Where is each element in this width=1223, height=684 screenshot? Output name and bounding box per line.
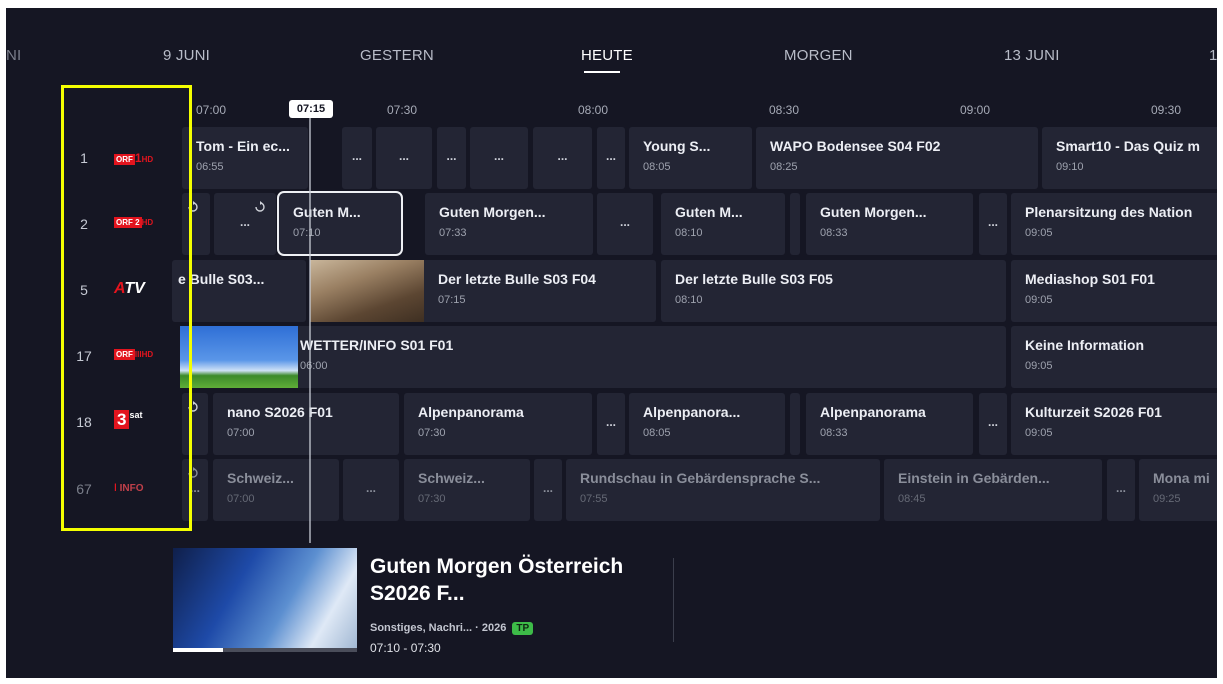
program-cell[interactable]: Keine Information 09:05 [1011, 326, 1217, 388]
program-cell-collapsed[interactable]: ... [534, 459, 562, 521]
time-tick: 09:00 [960, 103, 991, 117]
detail-title: Guten Morgen Österreich S2026 F... [370, 555, 624, 605]
program-cell[interactable]: Schweiz... 07:30 [404, 459, 530, 521]
program-cell-collapsed[interactable]: ... [597, 393, 625, 455]
time-tick: 07:00 [196, 103, 227, 117]
program-cell[interactable]: WETTER/INFO S01 F01 06:00 [298, 326, 1006, 388]
program-cell-collapsed[interactable]: ... [214, 193, 276, 255]
detail-time-range: 07:10 - 07:30 [370, 641, 441, 655]
program-cell[interactable]: e Bulle S03... [172, 260, 306, 322]
progress-fill [173, 648, 223, 652]
program-cell[interactable]: Guten M... 08:10 [661, 193, 785, 255]
tab-9-juni[interactable]: 9 JUNI [163, 47, 210, 64]
program-cell[interactable]: Young S... 08:05 [629, 127, 752, 189]
tab-next-date[interactable]: 1 [1209, 47, 1217, 64]
program-cell[interactable]: Mediashop S01 F01 09:05 [1011, 260, 1217, 322]
tab-13-juni[interactable]: 13 JUNI [1004, 47, 1060, 64]
program-cell-collapsed[interactable]: ... [979, 193, 1007, 255]
detail-divider [673, 558, 674, 642]
time-tick: 08:30 [769, 103, 800, 117]
tp-badge: TP [512, 622, 534, 635]
program-cell[interactable]: Einstein in Gebärden... 08:45 [884, 459, 1102, 521]
tab-prev-date[interactable]: NI [6, 47, 21, 64]
program-cell-collapsed[interactable] [790, 193, 800, 255]
program-cell[interactable]: Guten Morgen... 07:33 [425, 193, 593, 255]
program-cell[interactable]: Der letzte Bulle S03 F04 07:15 [424, 260, 656, 322]
program-cell-collapsed[interactable]: ... [1107, 459, 1135, 521]
program-cell-collapsed[interactable]: ... [597, 127, 625, 189]
detail-meta: Sonstiges, Nachri... · 2026 TP [370, 622, 534, 635]
program-cell[interactable]: Smart10 - Das Quiz m 09:10 [1042, 127, 1217, 189]
program-cell-collapsed[interactable]: ... [437, 127, 466, 189]
active-tab-indicator [584, 71, 620, 73]
replay-icon [255, 201, 265, 212]
program-thumbnail-image [180, 326, 298, 388]
detail-genre-year: Sonstiges, Nachri... · 2026 [370, 622, 507, 634]
program-cell[interactable]: Plenarsitzung des Nation 09:05 [1011, 193, 1217, 255]
program-cell-collapsed[interactable]: ... [376, 127, 432, 189]
program-cell[interactable]: Alpenpanorama 07:30 [404, 393, 592, 455]
tab-gestern[interactable]: GESTERN [360, 47, 434, 64]
program-cell-collapsed[interactable]: ... [343, 459, 399, 521]
program-cell-collapsed[interactable] [790, 393, 800, 455]
program-cell[interactable]: nano S2026 F01 07:00 [213, 393, 399, 455]
tab-morgen[interactable]: MORGEN [784, 47, 853, 64]
time-tick: 07:30 [387, 103, 418, 117]
current-time-badge: 07:15 [289, 100, 333, 118]
detail-thumbnail [173, 548, 357, 652]
program-cell[interactable]: Schweiz... 07:00 [213, 459, 339, 521]
program-cell[interactable]: Tom - Ein ec... 06:55 [182, 127, 308, 189]
tab-heute[interactable]: HEUTE [581, 47, 633, 64]
program-cell-collapsed[interactable]: ... [342, 127, 372, 189]
time-tick: 09:30 [1151, 103, 1182, 117]
program-cell[interactable]: Rundschau in Gebärdensprache S... 07:55 [566, 459, 880, 521]
program-cell[interactable]: Mona mi 09:25 [1139, 459, 1217, 521]
current-time-line [309, 118, 311, 543]
program-cell-selected[interactable]: Guten M... 07:10 [277, 191, 403, 256]
program-cell[interactable]: Alpenpanora... 08:05 [629, 393, 785, 455]
channel-highlight-box [61, 85, 192, 531]
program-cell[interactable]: Guten Morgen... 08:33 [806, 193, 973, 255]
program-cell-collapsed[interactable]: ... [470, 127, 528, 189]
tv-guide-screen: NI 9 JUNI GESTERN HEUTE MORGEN 13 JUNI 1… [6, 8, 1217, 678]
program-cell-collapsed[interactable]: ... [533, 127, 592, 189]
program-thumbnail-image [310, 260, 424, 322]
program-cell-collapsed[interactable]: ... [979, 393, 1007, 455]
program-cell-collapsed[interactable]: ... [597, 193, 653, 255]
program-cell[interactable]: Kulturzeit S2026 F01 09:05 [1011, 393, 1217, 455]
time-tick: 08:00 [578, 103, 609, 117]
program-cell[interactable]: Alpenpanorama 08:33 [806, 393, 973, 455]
program-cell[interactable]: Der letzte Bulle S03 F05 08:10 [661, 260, 1006, 322]
program-cell[interactable]: WAPO Bodensee S04 F02 08:25 [756, 127, 1038, 189]
